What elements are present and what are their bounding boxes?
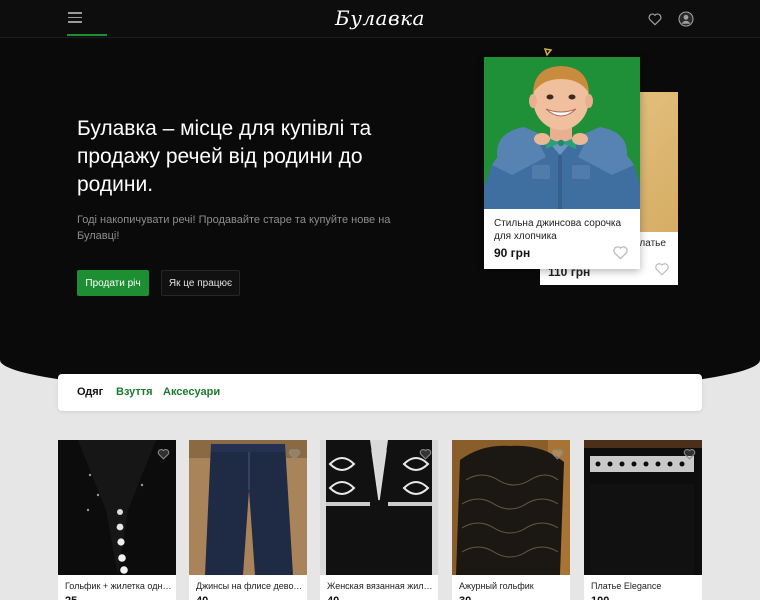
heart-icon[interactable] — [551, 448, 564, 460]
tab-accessories[interactable]: Аксесуари — [163, 386, 220, 398]
product-name: Ажурный гольфик — [459, 581, 534, 591]
product-card[interactable]: Ажурный гольфик 30 — [452, 440, 570, 600]
featured-card[interactable]: Стильна джинсова сорочка для хлопчика 90… — [484, 57, 640, 269]
product-price: 30 — [459, 595, 471, 600]
tab-clothes[interactable]: Одяг — [77, 386, 103, 398]
hero-title: Булавка – місце для купівлі та продажу р… — [77, 117, 372, 196]
heart-icon[interactable] — [157, 448, 170, 460]
product-image — [452, 440, 570, 575]
product-card[interactable]: Джинсы на флисе девочке 40 — [189, 440, 307, 600]
featured-card-price: 90 грн — [494, 246, 531, 260]
active-tab-indicator — [67, 34, 107, 36]
sell-item-button[interactable]: Продати річ — [77, 270, 149, 296]
product-name: Гольфик + жилетка одним лотом — [65, 581, 173, 591]
product-card[interactable]: Женская вязанная жилетка 40 — [320, 440, 438, 600]
product-price: 40 — [327, 595, 339, 600]
product-card[interactable]: Гольфик + жилетка одним лотом 25 — [58, 440, 176, 600]
product-image — [320, 440, 438, 575]
triangle-decoration-icon — [543, 48, 553, 57]
hero-subtitle: Годі накопичувати речі! Продавайте старе… — [77, 214, 391, 242]
tab-shoes[interactable]: Взуття — [116, 386, 153, 398]
heart-icon[interactable] — [654, 262, 670, 276]
product-image — [189, 440, 307, 575]
product-name: Джинсы на флисе девочке — [196, 581, 304, 591]
heart-icon[interactable] — [288, 448, 301, 460]
user-avatar-icon[interactable] — [678, 11, 694, 27]
heart-icon[interactable] — [683, 448, 696, 460]
product-image — [584, 440, 702, 575]
product-name: Платье Elegance — [591, 581, 662, 591]
heart-icon[interactable] — [612, 245, 629, 260]
product-card[interactable]: Платье Elegance 100 — [584, 440, 702, 600]
product-image — [58, 440, 176, 575]
top-bar: Булавка — [0, 0, 760, 38]
featured-card-image — [484, 57, 640, 209]
product-price: 40 — [196, 595, 208, 600]
heart-icon[interactable] — [647, 11, 663, 27]
product-price: 100 — [591, 595, 609, 600]
category-tabs: Одяг Взуття Аксесуари — [58, 374, 702, 411]
featured-card-name: Стильна джинсова сорочка для хлопчика — [494, 218, 622, 242]
product-price: 25 — [65, 595, 77, 600]
site-logo[interactable]: Булавка — [0, 6, 760, 30]
heart-icon[interactable] — [419, 448, 432, 460]
product-name: Женская вязанная жилетка — [327, 581, 435, 591]
how-it-works-button[interactable]: Як це працює — [161, 270, 240, 296]
